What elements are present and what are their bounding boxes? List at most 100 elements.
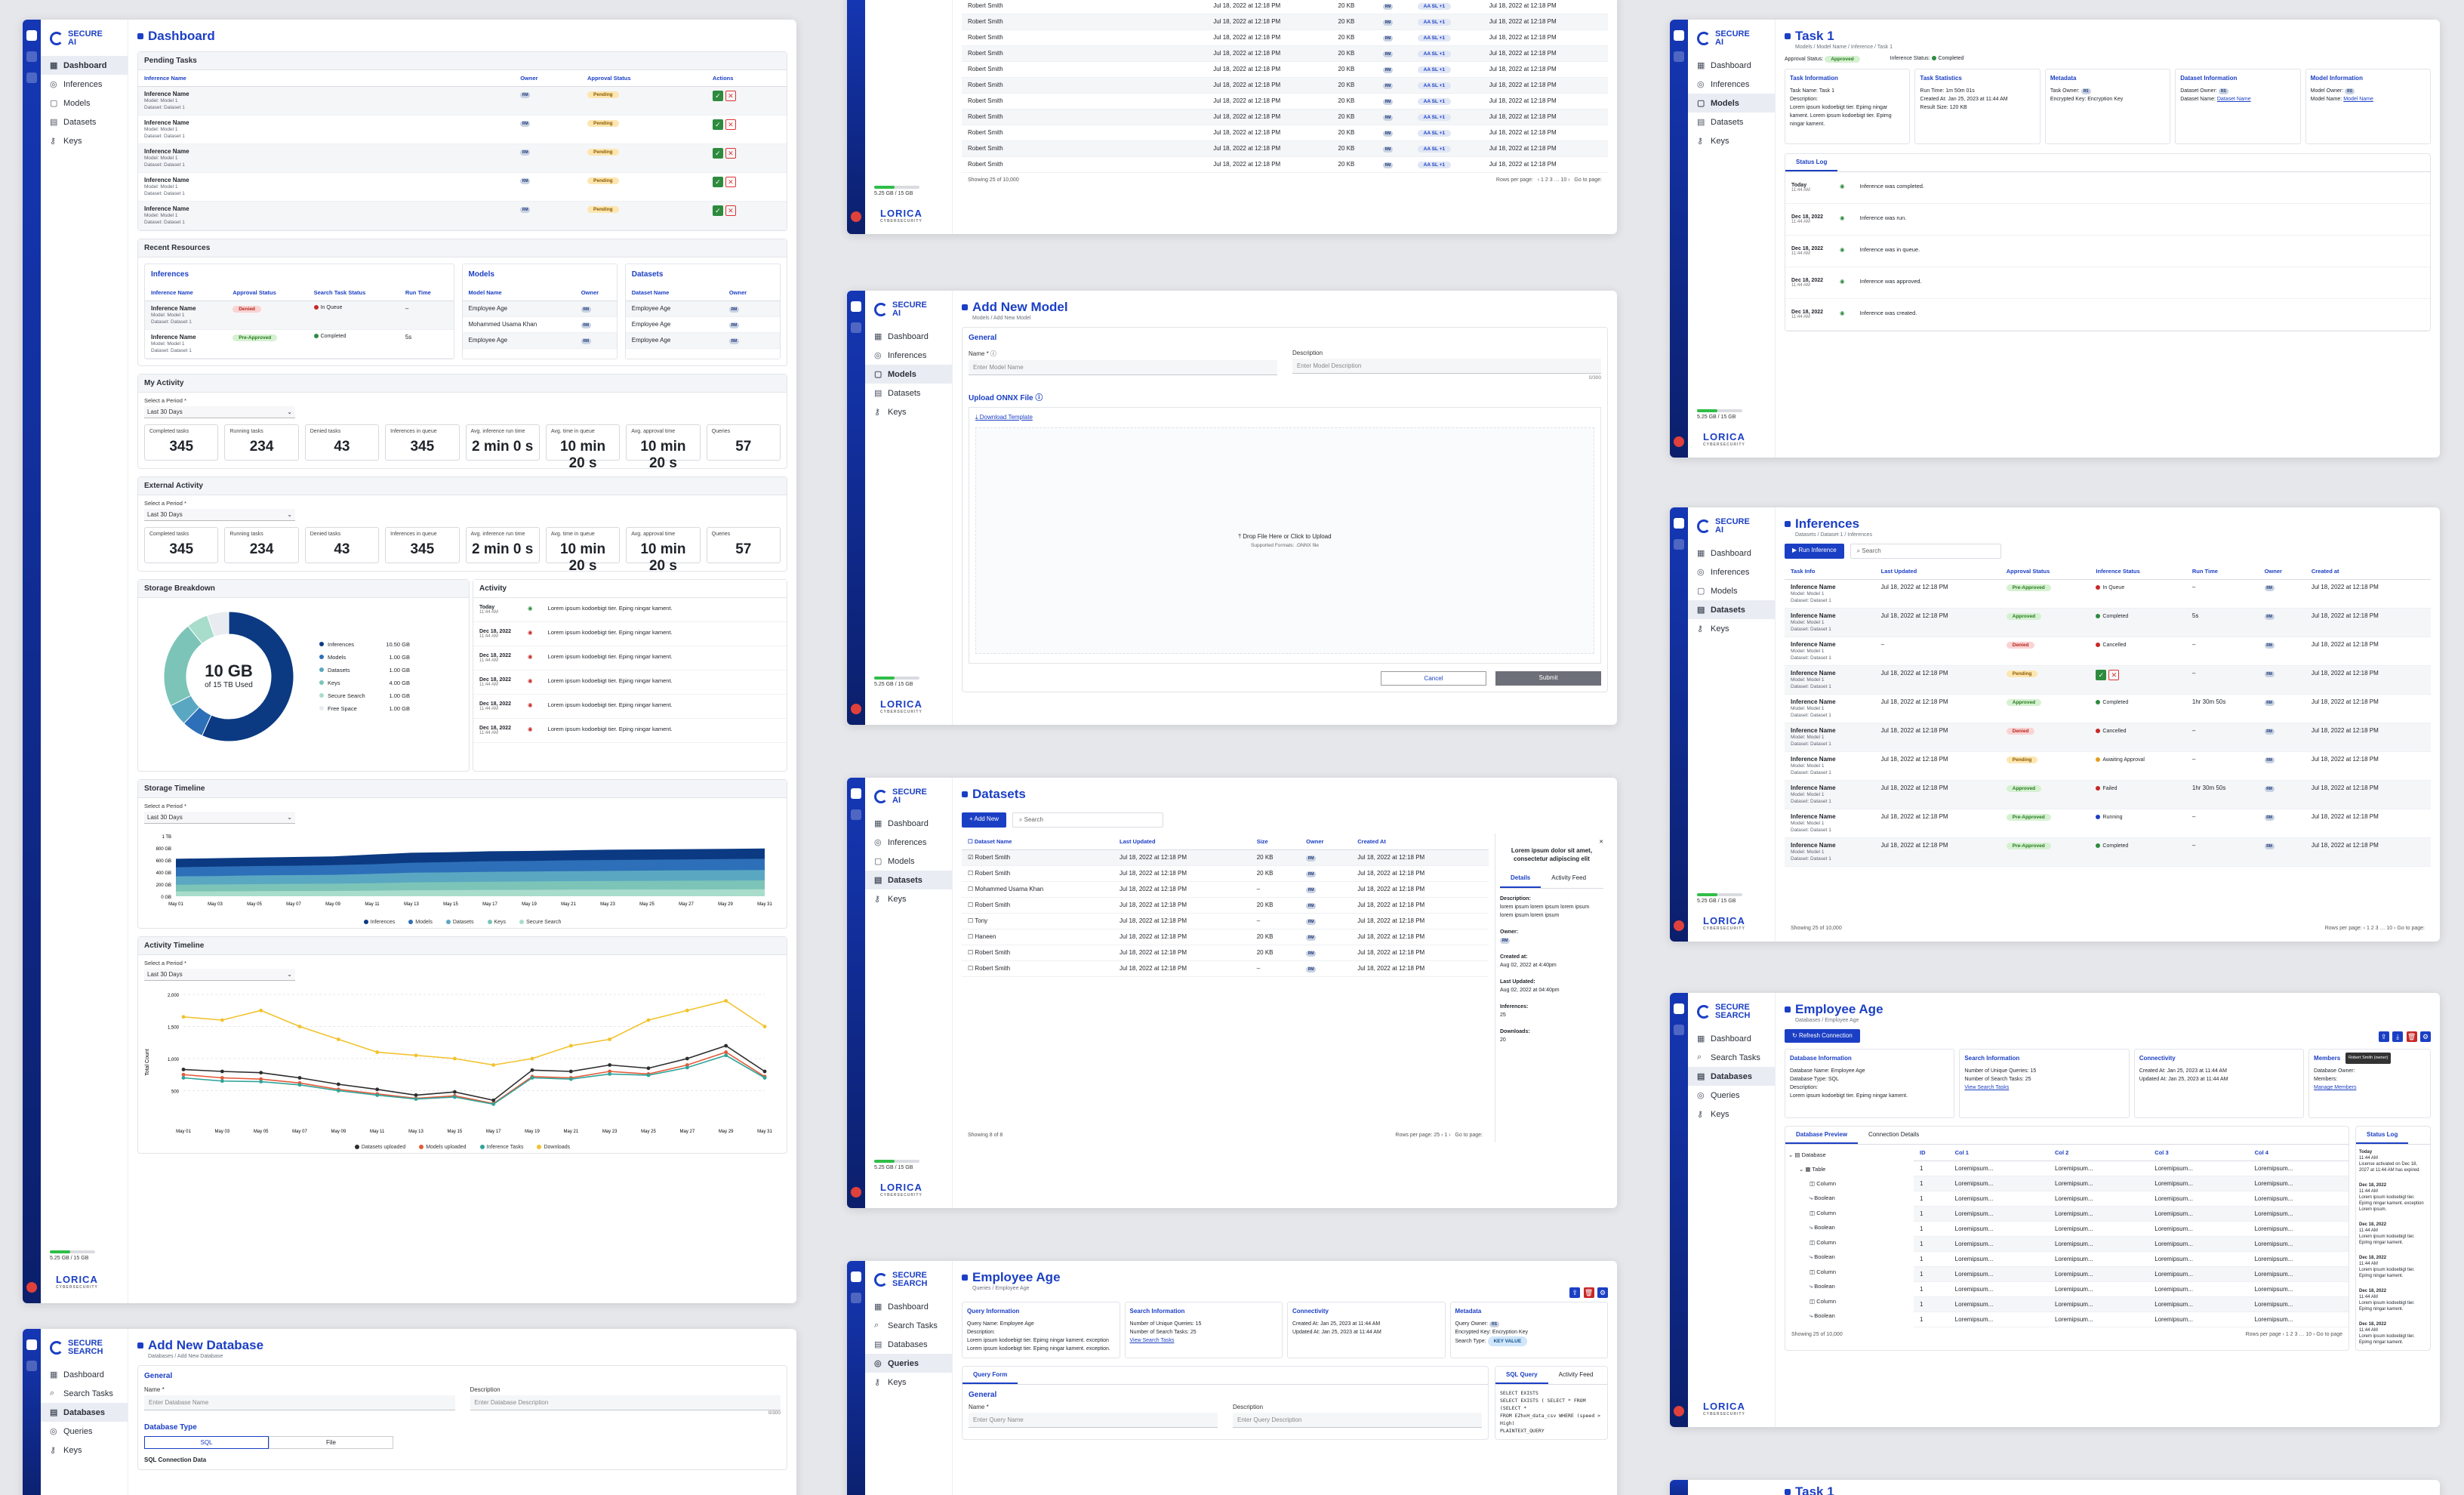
row-checkbox[interactable]: ☐ [968,933,973,940]
cancel-button[interactable]: Cancel [1381,671,1486,686]
settings-icon[interactable]: ⚙ [2420,1031,2431,1042]
sidebar-item-queries[interactable]: ◎ Queries [865,1354,952,1373]
model-description-input[interactable]: Enter Model Description [1292,359,1601,374]
table-row[interactable]: Inference Name Model: Model 1 Dataset: Dat… [1785,665,2431,695]
period-select[interactable]: Last 30 Days ⌄ [144,509,295,521]
tree-node[interactable]: ⤷ Boolean [1788,1250,1911,1265]
table-row[interactable]: Inference Name Model: Model 1 Dataset: Dat… [1785,751,2431,781]
sidebar-item-dashboard[interactable]: ▦ Dashboard [1688,56,1775,75]
table-row[interactable]: ☐ Robert Smith Jul 18, 2022 at 12:18 PM 20… [962,865,1489,882]
sidebar-item-databases[interactable]: ▤ Databases [865,1335,952,1354]
sidebar-item-keys[interactable]: ⚷ Keys [865,889,952,908]
sidebar-item-dashboard[interactable]: ▦ Dashboard [41,56,128,75]
tree-node[interactable]: ◫ Column [1788,1206,1911,1220]
column-header[interactable]: Task Info [1785,563,1875,580]
tab-query-form[interactable]: Query Form [962,1367,1018,1384]
column-header[interactable]: Run Time [2185,563,2259,580]
sidebar-item-databases[interactable]: ▤ Databases [1688,1067,1775,1086]
table-row[interactable]: Employee Age RM [625,332,780,349]
row-checkbox[interactable]: ☐ [968,870,973,877]
table-row[interactable]: 1 Loremipsum... Loremipsum... Loremipsum...… [1914,1251,2348,1267]
sidebar-item-queries[interactable]: ◎ Queries [1688,1086,1775,1105]
table-row[interactable]: Robert Smith Jul 18, 2022 at 12:18 PM 20 K… [962,61,1608,78]
sidebar-item-keys[interactable]: ⚷ Keys [1688,1105,1775,1124]
table-row[interactable]: Inference Name Model: Model 1 Dataset: Dat… [138,201,787,230]
sidebar-item-keys[interactable]: ⚷ Keys [41,131,128,150]
table-row[interactable]: Inference Name Model: Model 1 Dataset: Dat… [1785,809,2431,838]
table-row[interactable]: 1 Loremipsum... Loremipsum... Loremipsum...… [1914,1176,2348,1191]
table-row[interactable]: 1 Loremipsum... Loremipsum... Loremipsum...… [1914,1266,2348,1282]
approve-icon[interactable]: ✓ [712,119,723,130]
column-header[interactable]: Owner [2258,563,2305,580]
row-checkbox[interactable]: ☐ [968,917,973,924]
tree-node[interactable]: ◫ Column [1788,1294,1911,1309]
table-row[interactable]: Mohammed Usama Khan RM [462,316,617,333]
download-template-link[interactable]: ⤓ Download Template [975,414,1594,421]
deny-icon[interactable]: ✕ [725,177,736,187]
deny-icon[interactable]: ✕ [725,119,736,130]
manage-members-link[interactable]: Manage Members [2314,1083,2426,1092]
period-select[interactable]: Last 30 Days ⌄ [144,812,295,824]
sidebar-item-search-tasks[interactable]: ⌕ Search Tasks [41,1384,128,1403]
sidebar-item-search-tasks[interactable]: ⌕ Search Tasks [1688,1048,1775,1067]
database-name-input[interactable]: Enter Database Name [144,1395,455,1410]
row-checkbox[interactable]: ☐ [968,902,973,908]
table-row[interactable]: Inference Name Model: Model 1 Dataset: Dat… [1785,723,2431,752]
table-row[interactable]: ☐ Haneen Jul 18, 2022 at 12:18 PM 20 KB RM J… [962,929,1489,945]
sidebar-item-keys[interactable]: ⚷ Keys [1688,619,1775,638]
deny-icon[interactable]: ✕ [725,205,736,216]
column-header[interactable]: Col 3 [2148,1145,2249,1161]
period-select[interactable]: Last 30 Days ⌄ [144,406,295,418]
sidebar-item-search-tasks[interactable]: ⌕ Search Tasks [865,1316,952,1335]
approve-icon[interactable]: ✓ [2096,670,2107,680]
sidebar-item-dashboard[interactable]: ▦ Dashboard [865,814,952,833]
sidebar-item-dashboard[interactable]: ▦ Dashboard [1688,544,1775,563]
table-row[interactable]: ☐ Robert Smith Jul 18, 2022 at 12:18 PM 20… [962,945,1489,961]
tree-node[interactable]: ⤷ Boolean [1788,1191,1911,1206]
deny-icon[interactable]: ✕ [725,91,736,101]
table-row[interactable]: Robert Smith Jul 18, 2022 at 12:18 PM 20 K… [962,77,1608,94]
sidebar-item-inferences[interactable]: ◎ Inferences [1688,75,1775,94]
query-name-input[interactable]: Enter Query Name [969,1413,1218,1428]
table-row[interactable]: Robert Smith Jul 18, 2022 at 12:18 PM 20 K… [962,29,1608,46]
view-search-tasks-link[interactable]: View Search Tasks [1130,1336,1278,1345]
table-row[interactable]: Inference Name Model: Model 1 Dataset: Dat… [145,329,454,359]
sidebar-item-inferences[interactable]: ◎ Inferences [865,833,952,852]
model-link[interactable]: Model Name [2343,97,2373,102]
row-checkbox[interactable]: ☐ [968,965,973,972]
table-row[interactable]: Inference Name Model: Model 1 Dataset: Dat… [1785,637,2431,666]
sidebar-item-dashboard[interactable]: ▦ Dashboard [865,1297,952,1316]
sidebar-item-models[interactable]: ▢ Models [865,365,952,384]
sidebar-item-models[interactable]: ▢ Models [41,94,128,113]
table-row[interactable]: Inference Name Model: Model 1 Dataset: Dat… [1785,608,2431,637]
database-description-input[interactable]: Enter Database Description [470,1395,781,1410]
table-row[interactable]: Robert Smith Jul 18, 2022 at 12:18 PM 20 K… [962,45,1608,62]
column-header[interactable]: ID [1914,1145,1949,1161]
table-row[interactable]: Robert Smith Jul 18, 2022 at 12:18 PM 20 K… [962,125,1608,141]
view-search-tasks-link[interactable]: View Search Tasks [1964,1083,2124,1092]
column-header[interactable]: Col 4 [2248,1145,2348,1161]
tab-activity-feed[interactable]: Activity Feed [1541,869,1597,888]
column-header[interactable]: Last Updated [1874,563,2000,580]
tab-connection-details[interactable]: Connection Details [1858,1127,1930,1144]
table-row[interactable]: ☐ Robert Smith Jul 18, 2022 at 12:18 PM 20… [962,897,1489,914]
sidebar-item-dashboard[interactable]: ▦ Dashboard [1688,1029,1775,1048]
table-row[interactable]: Robert Smith Jul 18, 2022 at 12:18 PM 20 K… [962,0,1608,14]
tab-activity-feed[interactable]: Activity Feed [1548,1367,1604,1384]
table-row[interactable]: Inference Name Model: Model 1 Dataset: Dat… [138,115,787,144]
sidebar-item-keys[interactable]: ⚷ Keys [1688,131,1775,150]
table-row[interactable]: Inference Name Model: Model 1 Dataset: Dat… [145,301,454,330]
sql-type-button[interactable]: SQL [144,1436,269,1449]
approve-icon[interactable]: ✓ [712,91,723,101]
sidebar-item-databases[interactable]: ▤ Databases [41,1403,128,1422]
sidebar-item-inferences[interactable]: ◎ Inferences [41,75,128,94]
table-row[interactable]: 1 Loremipsum... Loremipsum... Loremipsum...… [1914,1206,2348,1222]
tab-status-log[interactable]: Status Log [1785,154,1838,171]
row-checkbox[interactable]: ☐ [968,949,973,956]
share-icon[interactable]: ⇪ [2378,1031,2389,1042]
row-checkbox[interactable]: ☐ [968,886,973,892]
file-dropzone[interactable]: ⤒ Drop File Here or Click to Upload Supp… [975,427,1594,654]
sidebar-item-keys[interactable]: ⚷ Keys [865,1373,952,1392]
column-header[interactable]: Inference Status [2090,563,2186,580]
table-row[interactable]: ☐ Robert Smith Jul 18, 2022 at 12:18 PM – R… [962,960,1489,977]
